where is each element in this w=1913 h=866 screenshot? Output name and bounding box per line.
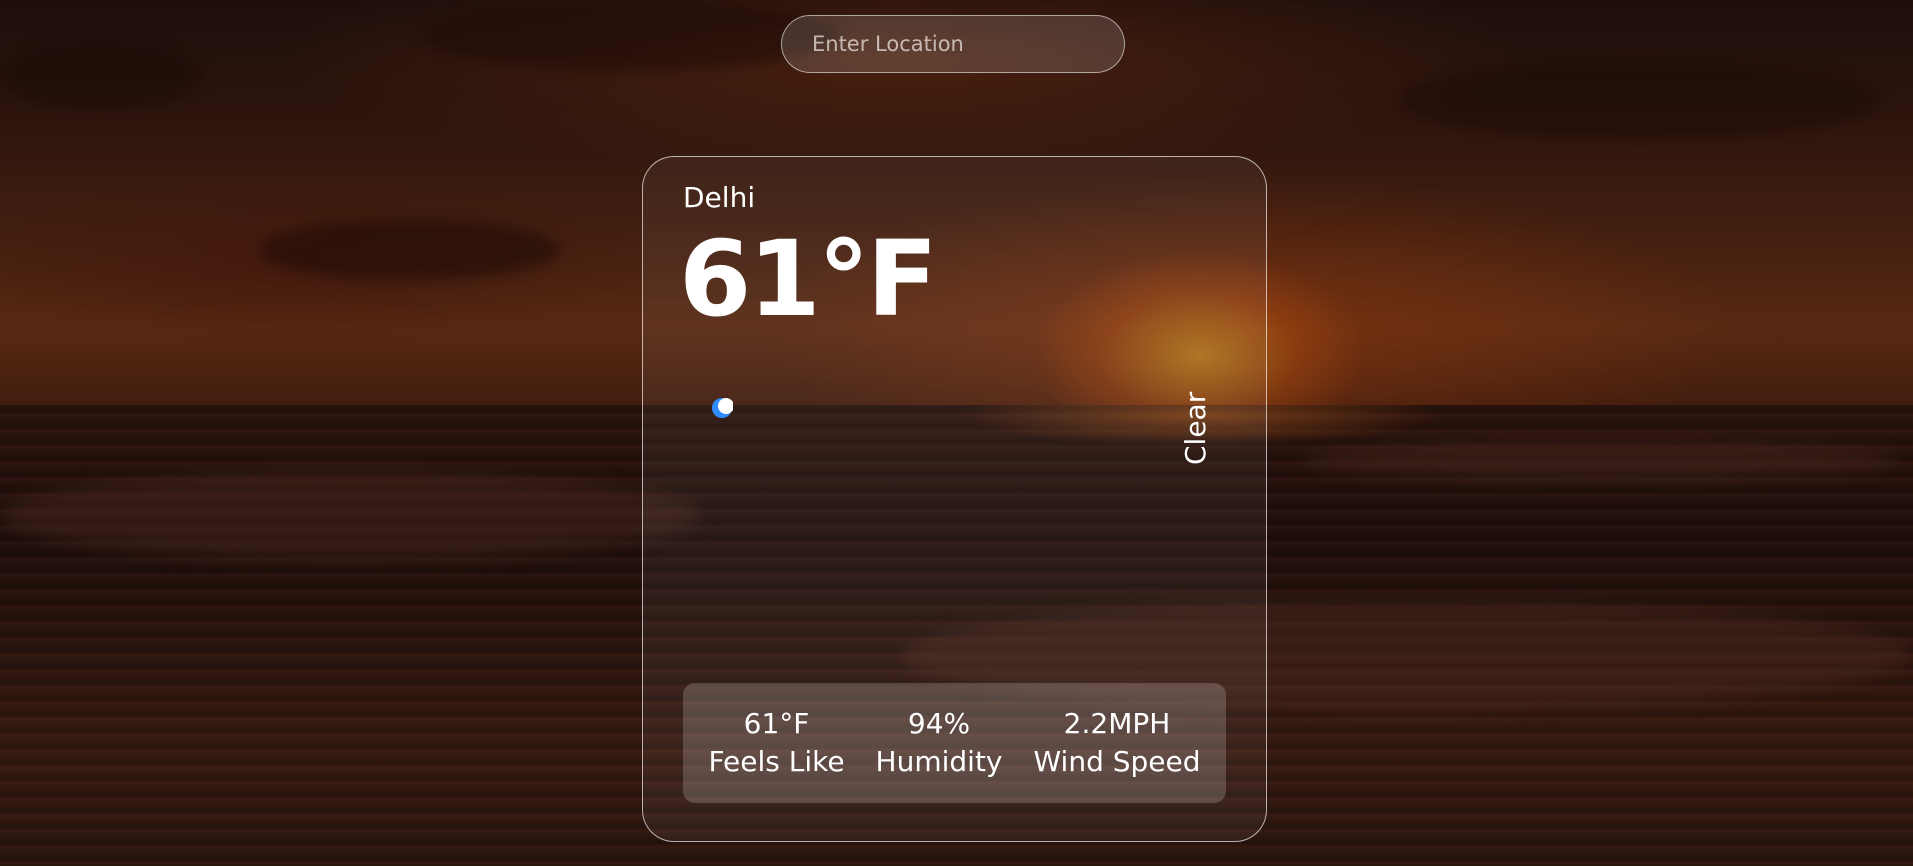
feels-like-label: Feels Like	[708, 745, 845, 778]
city-name: Delhi	[683, 181, 756, 214]
humidity-stat: 94% Humidity	[876, 705, 1003, 781]
humidity-value: 94%	[907, 707, 971, 740]
wind-speed-stat: 2.2MPH Wind Speed	[1033, 705, 1200, 781]
search-container	[781, 15, 1125, 73]
feels-like-value: 61°F	[743, 707, 810, 740]
humidity-label: Humidity	[875, 745, 1003, 778]
moon-icon	[712, 398, 733, 418]
weather-card: Delhi 61°F Clear 61°F Feels Like 94% Hum…	[642, 156, 1267, 842]
current-temperature: 61°F	[679, 218, 938, 340]
feels-like-stat: 61°F Feels Like	[708, 705, 844, 781]
weather-condition: Clear	[1179, 391, 1212, 465]
location-search-input[interactable]	[781, 15, 1125, 73]
wind-speed-label: Wind Speed	[1033, 745, 1201, 778]
weather-condition-container: Clear	[1179, 375, 1219, 465]
wind-speed-value: 2.2MPH	[1063, 707, 1171, 740]
weather-stats-panel: 61°F Feels Like 94% Humidity 2.2MPH Wind…	[683, 683, 1226, 803]
